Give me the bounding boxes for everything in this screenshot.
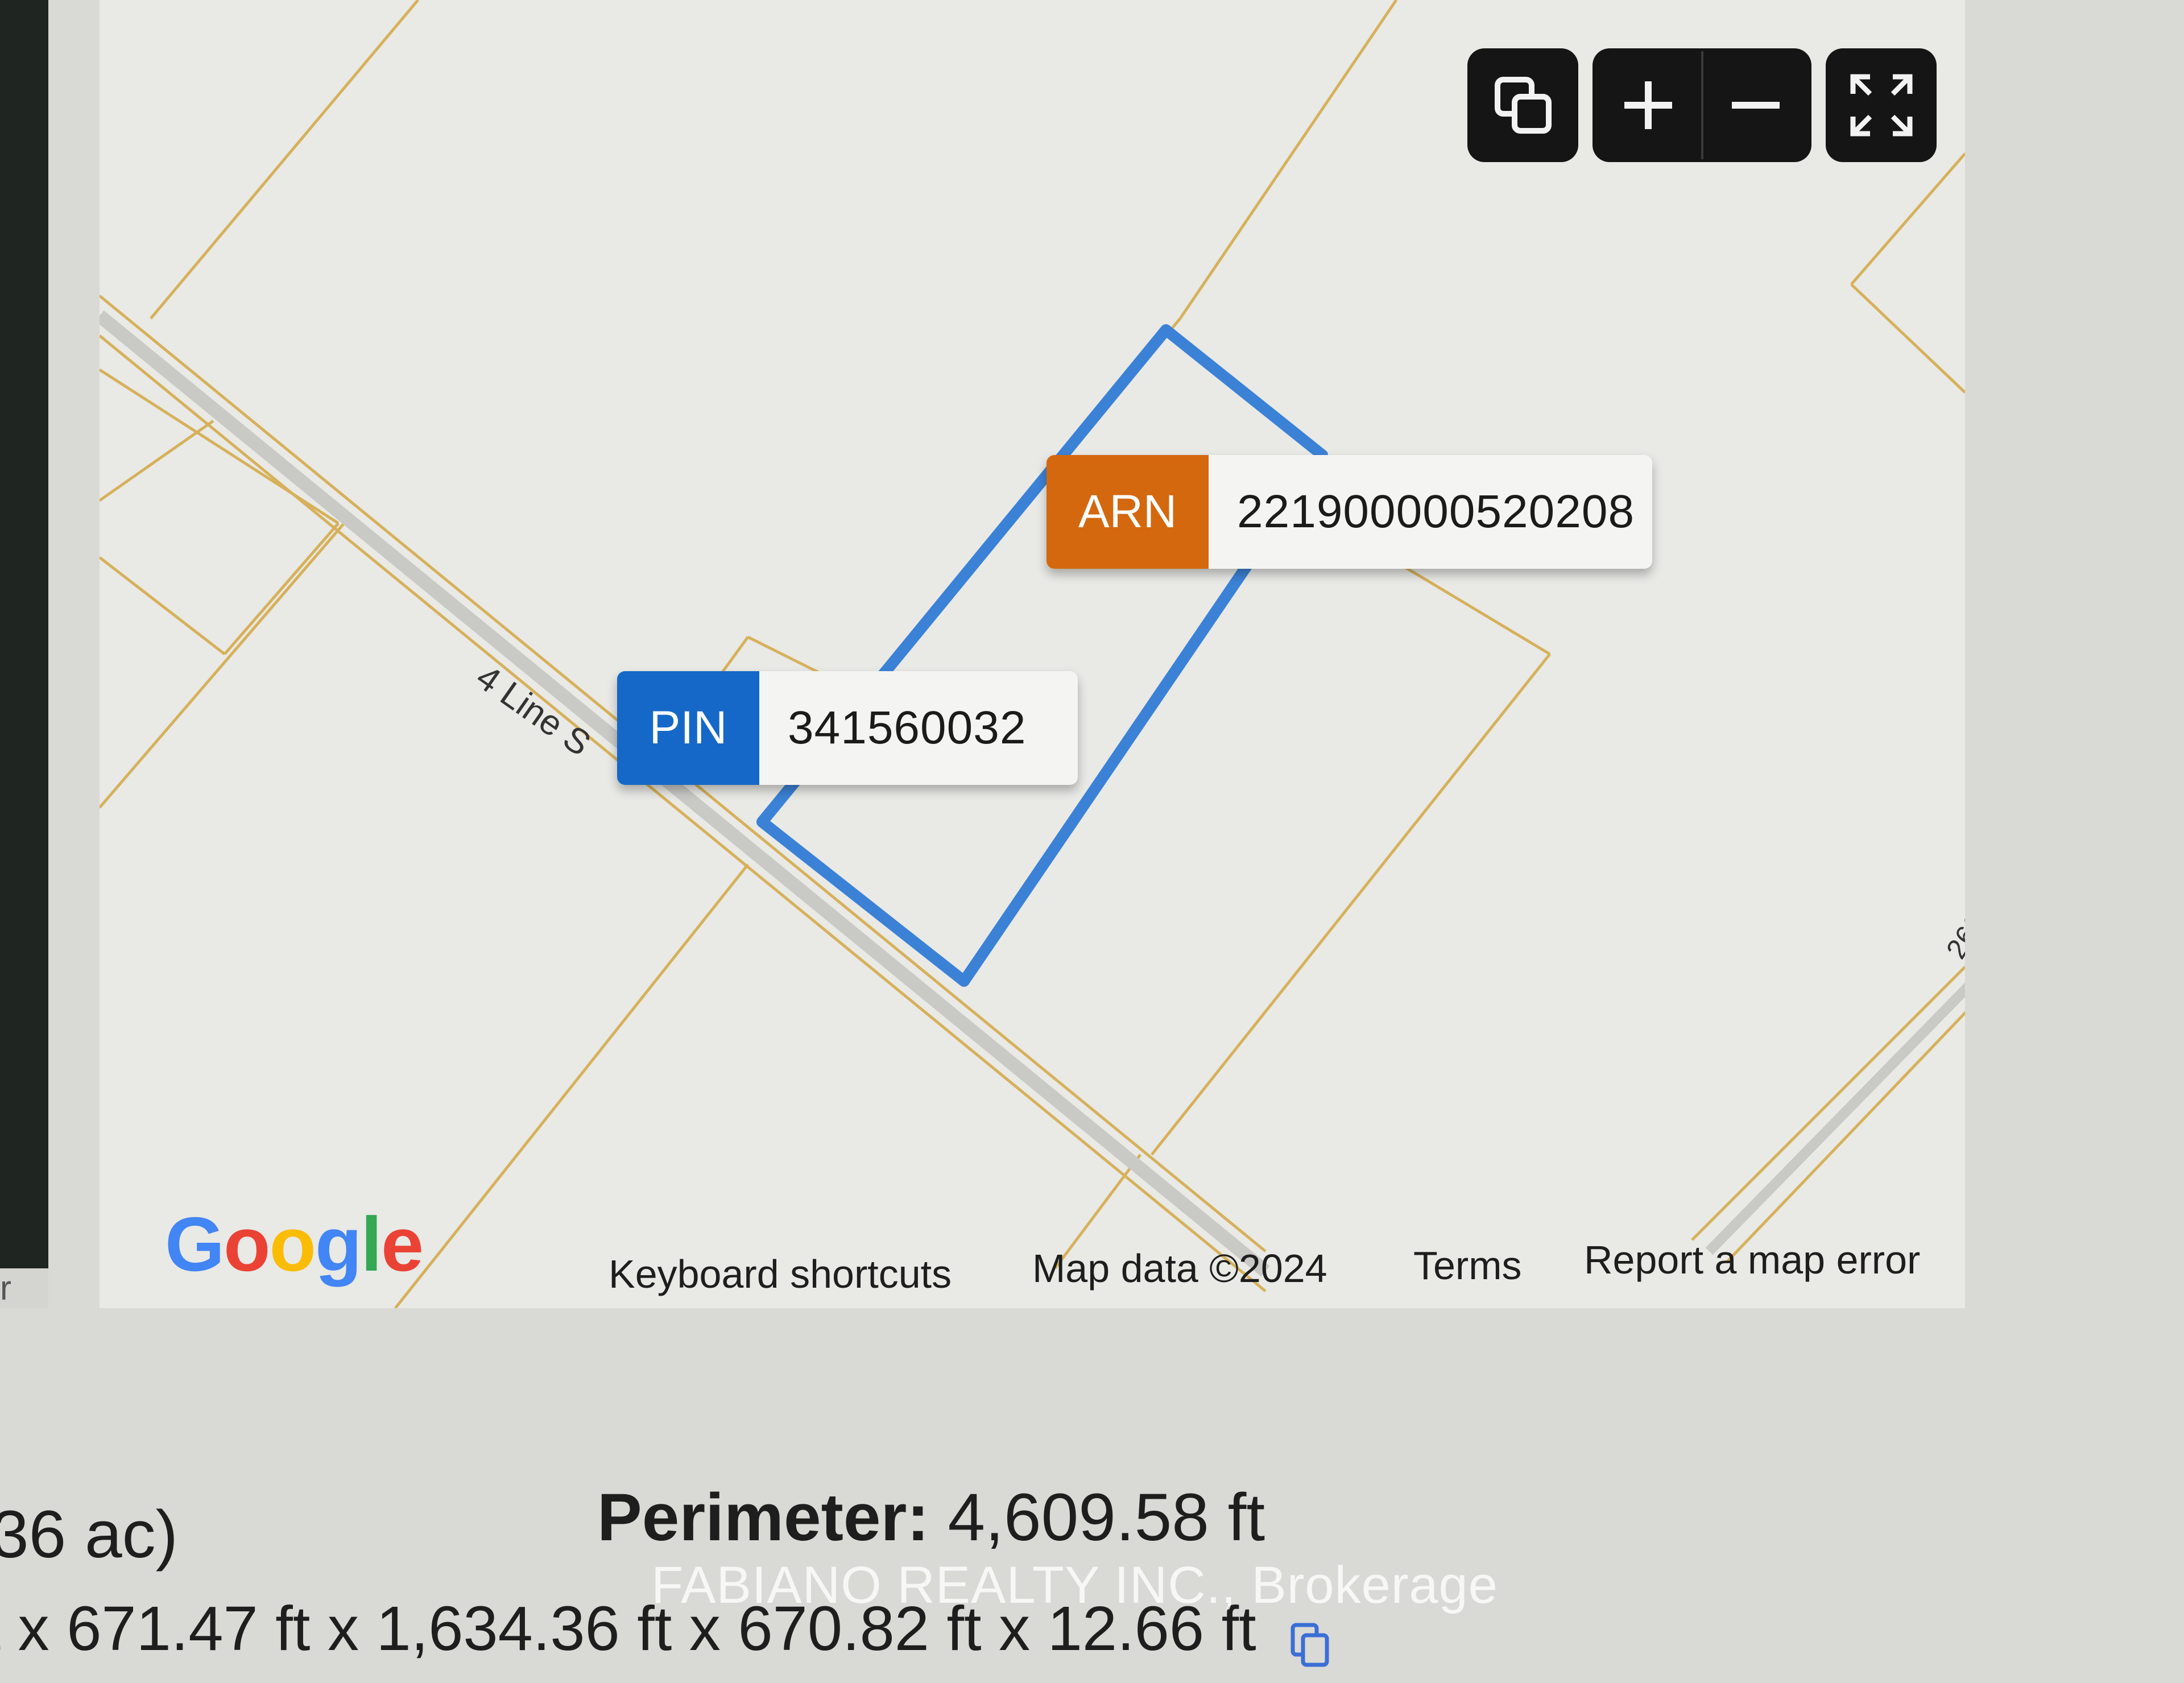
map-data-attribution: Map data ©2024 bbox=[1032, 1246, 1327, 1291]
road-lot-260 bbox=[1691, 966, 1965, 1264]
arn-tag-key: ARN bbox=[1046, 455, 1209, 569]
layers-icon[interactable] bbox=[1470, 51, 1575, 159]
google-logo: Google bbox=[165, 1201, 424, 1287]
arn-tag-value: 221900000520208 bbox=[1209, 455, 1652, 569]
terms-link[interactable]: Terms bbox=[1413, 1243, 1522, 1288]
copy-icon[interactable] bbox=[1290, 1611, 1330, 1667]
perimeter-label: Perimeter: bbox=[597, 1480, 929, 1555]
pin-tag[interactable]: PIN 341560032 bbox=[617, 671, 1078, 785]
pin-tag-key: PIN bbox=[617, 671, 759, 785]
minus-icon[interactable] bbox=[1703, 51, 1809, 159]
report-map-error-link[interactable]: Report a map error bbox=[1584, 1237, 1920, 1283]
fullscreen-icon[interactable] bbox=[1829, 51, 1934, 159]
perimeter-value: 4,609.58 ft bbox=[948, 1480, 1265, 1555]
perimeter-row: Perimeter: 4,609.58 ft bbox=[597, 1479, 1265, 1556]
parcel-outline bbox=[756, 324, 1328, 987]
side-panel-label: r bbox=[0, 1268, 48, 1308]
brokerage-watermark: FABIANO REALTY INC., Brokerage bbox=[651, 1556, 1498, 1614]
map-canvas bbox=[100, 0, 1965, 1308]
zoom-control[interactable] bbox=[1592, 48, 1811, 162]
side-panel-edge bbox=[0, 0, 48, 1308]
lot-lines bbox=[100, 0, 1965, 1308]
arn-tag[interactable]: ARN 221900000520208 bbox=[1046, 455, 1652, 569]
map-view[interactable]: 4 Line S 260 ARN 221900000520208 PIN 341… bbox=[100, 0, 1965, 1308]
pin-tag-value: 341560032 bbox=[759, 671, 1078, 785]
keyboard-shortcuts-link[interactable]: Keyboard shortcuts bbox=[609, 1251, 952, 1297]
area-value: 36 ac) bbox=[0, 1497, 178, 1572]
layers-control[interactable] bbox=[1467, 48, 1578, 162]
plus-icon[interactable] bbox=[1596, 51, 1701, 159]
fullscreen-control[interactable] bbox=[1826, 48, 1937, 162]
property-details: 36 ac) Perimeter: 4,609.58 ft ft x 671.4… bbox=[0, 1308, 2184, 1667]
